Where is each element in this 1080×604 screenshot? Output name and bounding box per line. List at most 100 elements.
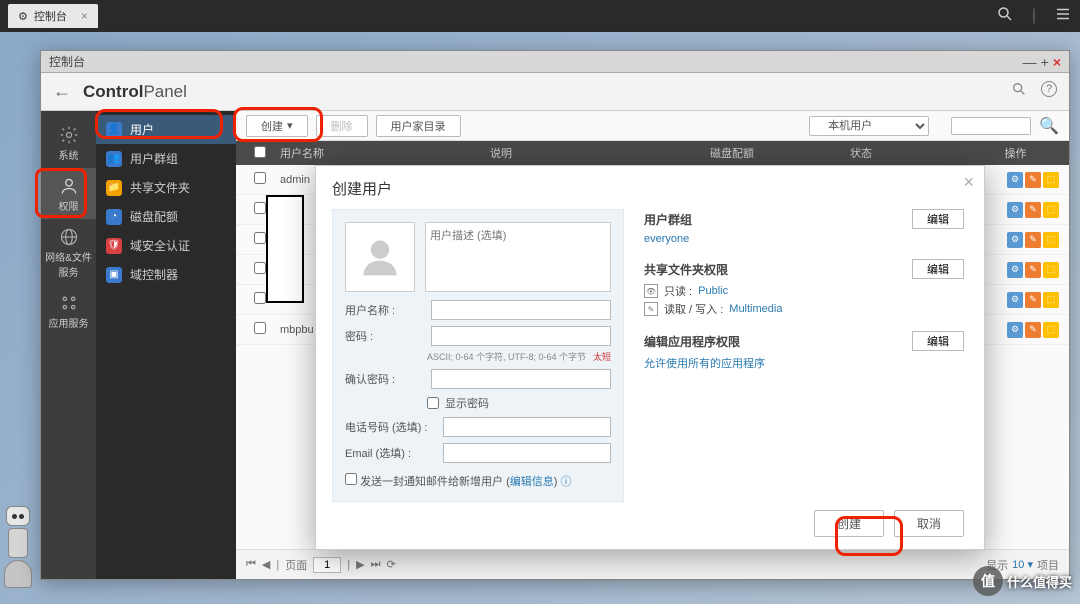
last-page-icon[interactable]: ⏭ [371, 558, 381, 571]
modal-cancel-button[interactable]: 取消 [894, 510, 964, 537]
subnav-domain-auth[interactable]: 🛡域安全认证 [96, 231, 236, 260]
home-button[interactable]: 用户家目录 [376, 115, 461, 137]
user-icon: 👤 [106, 122, 122, 138]
window-minimize-icon[interactable]: — [1023, 54, 1037, 70]
app-perm-value[interactable]: 允许使用所有的应用程序 [644, 355, 964, 371]
row-checkbox[interactable] [254, 232, 266, 244]
select-all-checkbox[interactable] [254, 146, 266, 158]
email-input[interactable] [443, 443, 611, 463]
help-icon[interactable]: ? [1041, 81, 1057, 97]
user-icon [358, 235, 402, 279]
readwrite-value[interactable]: Multimedia [729, 303, 782, 315]
modal-create-button[interactable]: 创建 [814, 510, 884, 537]
delete-button[interactable]: 删除 [316, 115, 368, 137]
edit-app-perm-button[interactable]: 编辑 [912, 331, 964, 351]
subnav-quota[interactable]: ◔磁盘配额 [96, 202, 236, 231]
action-icon[interactable]: ✎ [1025, 172, 1041, 188]
col-quota[interactable]: 磁盘配额 [702, 145, 842, 161]
groups-heading: 用户群组 [644, 211, 692, 228]
action-icon[interactable]: ✎ [1025, 262, 1041, 278]
row-checkbox[interactable] [254, 262, 266, 274]
action-icon[interactable]: ✎ [1025, 202, 1041, 218]
next-page-icon[interactable]: ▶ [356, 558, 364, 571]
phone-input[interactable] [443, 417, 611, 437]
action-icon[interactable]: ✎ [1025, 232, 1041, 248]
search-input[interactable] [951, 117, 1031, 135]
server-icon: ▣ [106, 267, 122, 283]
action-icon[interactable]: ⬚ [1043, 262, 1059, 278]
prev-page-icon[interactable]: ◀ [262, 558, 270, 571]
nav-permissions[interactable]: 权限 [41, 168, 96, 219]
avatar-placeholder[interactable] [345, 222, 415, 292]
col-desc[interactable]: 说明 [482, 145, 702, 161]
refresh-icon[interactable]: ⟳ [386, 558, 395, 571]
nav-apps[interactable]: 应用服务 [41, 285, 96, 336]
os-topbar: ⚙ 控制台 × | [0, 0, 1080, 32]
tab-title: 控制台 [34, 8, 67, 24]
edit-shares-button[interactable]: 编辑 [912, 259, 964, 279]
back-arrow-icon[interactable]: ← [53, 81, 71, 102]
browser-tab[interactable]: ⚙ 控制台 × [8, 4, 98, 28]
action-icon[interactable]: ⬚ [1043, 292, 1059, 308]
action-icon[interactable]: ⬚ [1043, 322, 1059, 338]
description-input[interactable] [425, 222, 611, 292]
nav-network[interactable]: 网络&文件服务 [41, 219, 96, 285]
action-icon[interactable]: ⬚ [1043, 172, 1059, 188]
action-icon[interactable]: ✎ [1025, 292, 1041, 308]
col-status[interactable]: 状态 [842, 145, 962, 161]
action-icon[interactable]: ⬚ [1043, 202, 1059, 218]
notify-checkbox[interactable] [345, 473, 357, 485]
password-input[interactable] [431, 326, 611, 346]
modal-close-icon[interactable]: × [963, 172, 974, 193]
row-checkbox[interactable] [254, 172, 266, 184]
action-icon[interactable]: ⚙ [1007, 232, 1023, 248]
readonly-value[interactable]: Public [698, 285, 728, 297]
search-icon[interactable] [996, 5, 1014, 28]
create-button[interactable]: 创建 ▾ [246, 115, 308, 137]
gear-icon [59, 125, 79, 145]
action-icon[interactable]: ⚙ [1007, 262, 1023, 278]
action-icon[interactable]: ✎ [1025, 322, 1041, 338]
user-scope-select[interactable]: 本机用户 [809, 116, 929, 136]
subnav-domain-ctrl[interactable]: ▣域控制器 [96, 260, 236, 289]
app-perm-heading: 编辑应用程序权限 [644, 333, 740, 350]
watermark: 值 什么值得买 [973, 566, 1072, 596]
group-icon: 👥 [106, 151, 122, 167]
subnav-shares[interactable]: 📁共享文件夹 [96, 173, 236, 202]
table-header: 用户名称 说明 磁盘配额 状态 操作 [236, 141, 1069, 165]
page-input[interactable] [313, 557, 341, 573]
edit-groups-button[interactable]: 编辑 [912, 209, 964, 229]
subnav-users[interactable]: 👤用户 [96, 115, 236, 144]
username-input[interactable] [431, 300, 611, 320]
action-icon[interactable]: ⚙ [1007, 202, 1023, 218]
action-icon[interactable]: ⬚ [1043, 232, 1059, 248]
confirm-password-input[interactable] [431, 369, 611, 389]
action-icon[interactable]: ⚙ [1007, 322, 1023, 338]
row-checkbox[interactable] [254, 322, 266, 334]
left-nav: 系统 权限 网络&文件服务 应用服务 [41, 111, 96, 579]
create-user-modal: × 创建用户 用户名称 : 密码 : ASCII; 0-64 个字符, UTF-… [315, 165, 985, 550]
readwrite-icon: ✎ [644, 302, 658, 316]
info-icon[interactable]: ⓘ [561, 476, 572, 488]
shield-icon: 🛡 [106, 238, 122, 254]
tab-close-icon[interactable]: × [81, 9, 88, 23]
group-value[interactable]: everyone [644, 233, 964, 245]
action-icon[interactable]: ⚙ [1007, 292, 1023, 308]
header-search-icon[interactable] [1011, 81, 1027, 102]
redaction-box [266, 195, 304, 303]
nav-system[interactable]: 系统 [41, 117, 96, 168]
menu-lines-icon[interactable] [1054, 5, 1072, 28]
row-checkbox[interactable] [254, 202, 266, 214]
row-checkbox[interactable] [254, 292, 266, 304]
show-password-checkbox[interactable] [427, 397, 439, 409]
edit-message-link[interactable]: 编辑信息 [510, 476, 554, 488]
search-icon[interactable]: 🔍 [1039, 116, 1059, 136]
window-maximize-icon[interactable]: + [1041, 54, 1049, 70]
window-title: 控制台 [49, 53, 85, 70]
action-icon[interactable]: ⚙ [1007, 172, 1023, 188]
window-close-icon[interactable]: × [1053, 54, 1061, 70]
window-titlebar[interactable]: 控制台 — + × [41, 51, 1069, 73]
first-page-icon[interactable]: ⏮ [246, 558, 256, 571]
subnav-groups[interactable]: 👥用户群组 [96, 144, 236, 173]
col-username[interactable]: 用户名称 [272, 145, 482, 161]
